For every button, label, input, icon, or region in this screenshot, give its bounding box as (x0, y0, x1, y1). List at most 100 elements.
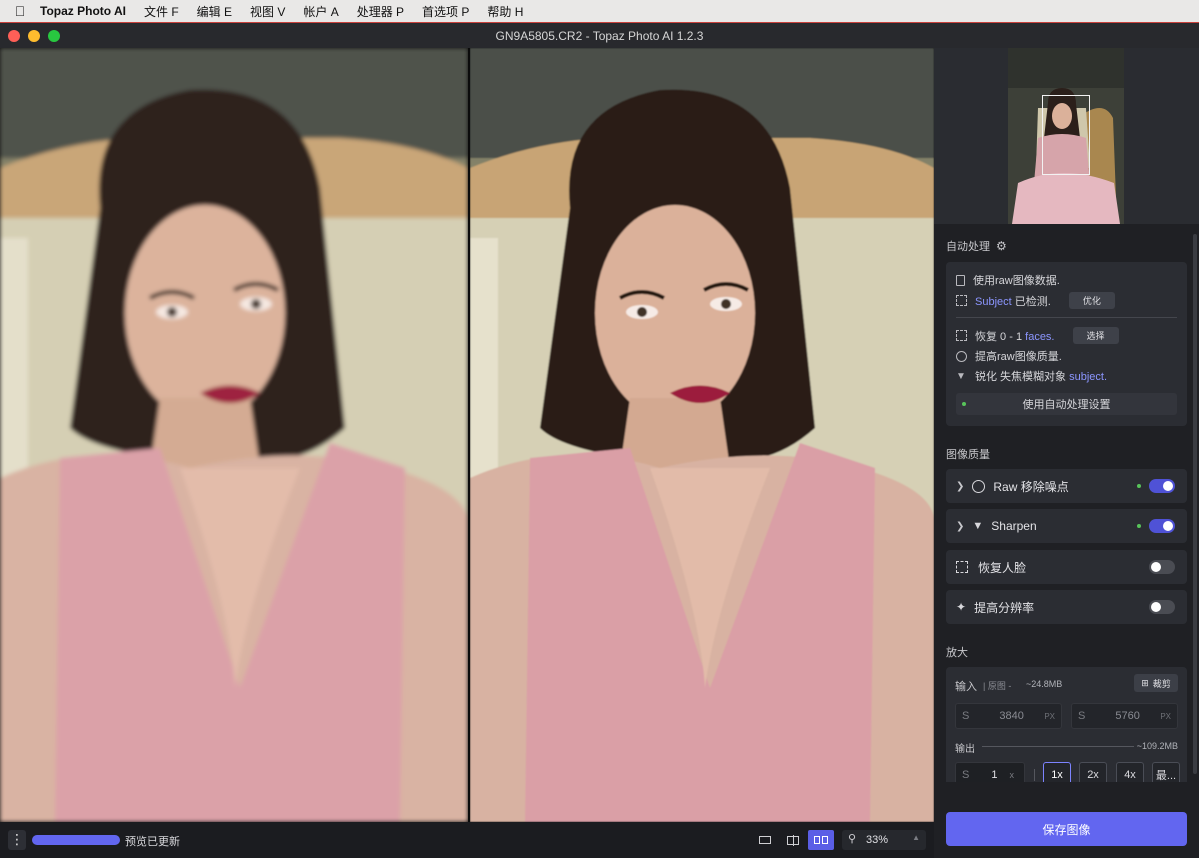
autopilot-subject-line: Subject 已检测. 优化 (956, 292, 1115, 309)
apply-autopilot-label: 使用自动处理设置 (1022, 399, 1111, 411)
width-value: 3840 (999, 710, 1024, 722)
image-quality-title: 图像质量 (946, 449, 990, 461)
menu-processor[interactable]: 处理器 P (357, 3, 404, 20)
menu-view[interactable]: 视图 V (250, 3, 285, 20)
output-line (982, 746, 1134, 747)
upscale-toggle[interactable] (1149, 600, 1175, 614)
processed-preview[interactable] (470, 48, 934, 822)
input-height-field[interactable]: S 5760 PX (1071, 703, 1178, 729)
select-faces-button[interactable]: 选择 (1072, 327, 1119, 344)
scale-1x-button[interactable]: 1x (1043, 762, 1071, 782)
scale-factor-field[interactable]: S 1 x (955, 762, 1025, 782)
input-label: 输入 (955, 681, 977, 693)
face-recovery-toggle[interactable] (1149, 560, 1175, 574)
face-recovery-icon (956, 330, 967, 341)
width-prefix: S (962, 710, 970, 722)
output-size: ~109.2MB (1136, 741, 1178, 751)
menu-account[interactable]: 帐户 A (303, 3, 338, 20)
subject-detected-text: 已检测. (1014, 295, 1051, 308)
face-recovery-label: 恢复人脸 (978, 560, 1027, 575)
height-unit: PX (1160, 711, 1171, 721)
navigator (934, 48, 1199, 224)
raw-denoise-label: Raw 移除噪点 (993, 479, 1069, 494)
output-label: 输出 (955, 744, 975, 755)
refine-button[interactable]: 优化 (1068, 292, 1115, 309)
raw-denoise-toggle[interactable] (1149, 479, 1175, 493)
autopilot-separator (956, 317, 1177, 318)
filter-raw-denoise[interactable]: ❯ Raw 移除噪点 (946, 469, 1187, 503)
filter-sharpen[interactable]: ❯ ▼ Sharpen (946, 509, 1187, 543)
resize-title: 放大 (946, 647, 968, 659)
menu-edit[interactable]: 编辑 E (197, 3, 232, 20)
crop-icon: ⊞ (1141, 677, 1149, 688)
filter-upscale[interactable]: ✦ 提高分辨率 (946, 590, 1187, 624)
scale-2x-button[interactable]: 2x (1079, 762, 1107, 782)
close-window-button[interactable] (8, 30, 20, 42)
minimize-window-button[interactable] (28, 30, 40, 42)
input-width-field[interactable]: S 3840 PX (955, 703, 1062, 729)
apply-autopilot-button[interactable]: 使用自动处理设置 (956, 393, 1177, 415)
resize-card: 输入 | 原图 - ~24.8MB ⊞ 裁剪 S 3840 PX S 5760 … (946, 667, 1187, 782)
scale-max-button[interactable]: 最... (1152, 762, 1180, 782)
chevron-right-icon[interactable]: ❯ (956, 521, 964, 532)
raw-denoise-status-dot (1137, 484, 1141, 488)
crop-button[interactable]: ⊞ 裁剪 (1134, 674, 1178, 692)
original-preview[interactable] (0, 48, 468, 822)
raw-quality-text: 提高raw图像质量. (975, 351, 1062, 363)
autopilot-raw-line: 使用raw图像数据. (956, 272, 1060, 288)
sharpen-prefix: 锐化 失焦模糊对象 (975, 371, 1067, 383)
preview-progress-bar (32, 835, 120, 845)
autopilot-sharpen-line: ▼ 锐化 失焦模糊对象 subject. (956, 368, 1107, 384)
side-by-side-icon (814, 836, 820, 844)
apple-icon[interactable]:  (0, 3, 40, 19)
chevron-right-icon[interactable]: ❯ (956, 481, 964, 492)
navigator-viewport-frame[interactable] (1042, 95, 1090, 175)
split-view-icon (787, 834, 799, 846)
view-mode-split-button[interactable] (780, 830, 806, 850)
save-image-button[interactable]: 保存图像 (946, 812, 1187, 846)
height-value: 5760 (1115, 710, 1140, 722)
app-window: GN9A5805.CR2 - Topaz Photo AI 1.2.3 ⋮ 预览… (0, 22, 1199, 858)
scale-prefix: S (962, 769, 970, 781)
sparkle-icon: ✦ (956, 600, 967, 614)
scale-4x-button[interactable]: 4x (1116, 762, 1144, 782)
upscale-label: 提高分辨率 (974, 600, 1035, 615)
preview-status: 预览已更新 (125, 836, 180, 848)
raw-file-icon (956, 274, 965, 286)
input-source: | 原图 - (983, 681, 1012, 691)
scale-suffix: x (1009, 770, 1014, 780)
filter-face-recovery[interactable]: 恢复人脸 (946, 550, 1187, 584)
zoom-control[interactable]: ⚲ 33% ▲ (842, 830, 926, 850)
sharpen-keyword: subject. (1069, 371, 1108, 383)
window-controls (8, 30, 60, 42)
image-viewer[interactable] (0, 48, 934, 822)
view-mode-single-button[interactable] (752, 830, 778, 850)
autopilot-status-dot (962, 402, 966, 406)
zoom-chevron-up-icon[interactable]: ▲ (912, 833, 920, 842)
menu-help[interactable]: 帮助 H (487, 3, 523, 20)
denoise-icon (972, 479, 986, 493)
menu-app-name[interactable]: Topaz Photo AI (40, 4, 126, 18)
title-bar: GN9A5805.CR2 - Topaz Photo AI 1.2.3 (0, 22, 1199, 48)
autopilot-header: 自动处理 ⚙ (946, 238, 1007, 254)
sidebar-scrollbar[interactable] (1193, 234, 1197, 774)
zoom-window-button[interactable] (48, 30, 60, 42)
subject-keyword: Subject (975, 295, 1012, 308)
single-view-icon (759, 836, 771, 844)
menu-preferences[interactable]: 首选项 P (422, 3, 469, 20)
gear-icon[interactable]: ⚙ (996, 239, 1007, 253)
right-sidebar: 自动处理 ⚙ 使用raw图像数据. Subject 已检测. 优化 恢复 0 -… (934, 48, 1199, 858)
face-recovery-filter-icon (956, 561, 968, 573)
sharpen-toggle[interactable] (1149, 519, 1175, 533)
autopilot-title: 自动处理 (946, 241, 990, 253)
autopilot-summary: 使用raw图像数据. Subject 已检测. 优化 恢复 0 - 1 face… (946, 262, 1187, 426)
input-size: ~24.8MB (1026, 679, 1063, 689)
view-mode-side-by-side-button[interactable] (808, 830, 834, 850)
more-options-icon[interactable]: ⋮ (8, 830, 26, 850)
menu-file[interactable]: 文件 F (144, 3, 179, 20)
settings-panel: 自动处理 ⚙ 使用raw图像数据. Subject 已检测. 优化 恢复 0 -… (934, 224, 1199, 782)
navigator-thumbnail[interactable] (1008, 48, 1124, 224)
crop-label: 裁剪 (1152, 678, 1171, 689)
bottom-toolbar: ⋮ 预览已更新 ⚲ 33% ▲ (0, 822, 934, 858)
sharpen-icon: ▼ (956, 370, 966, 382)
